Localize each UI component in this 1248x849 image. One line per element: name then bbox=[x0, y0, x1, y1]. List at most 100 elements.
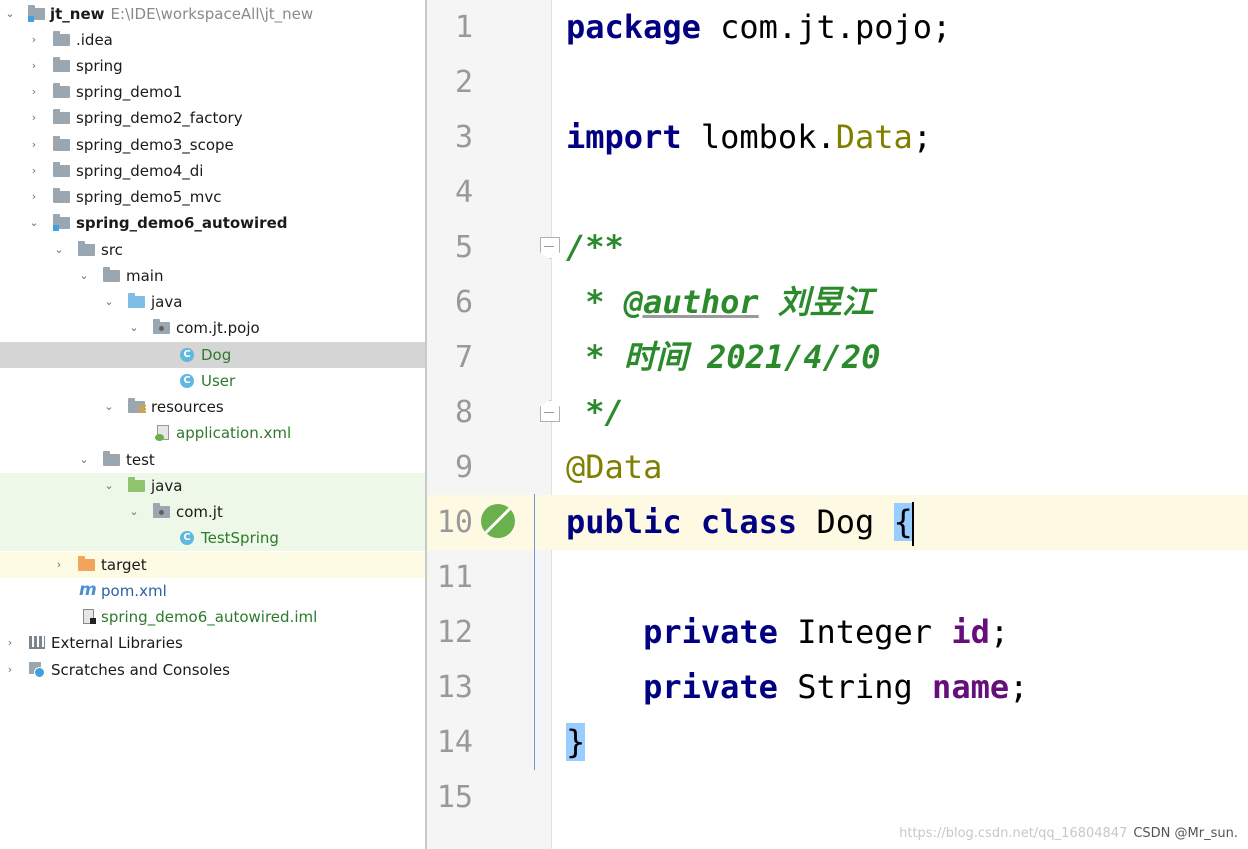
tree-node-spring-demo4[interactable]: › spring_demo4_di bbox=[0, 158, 425, 184]
code-line-2[interactable]: 2 bbox=[427, 55, 1248, 110]
code-line-14[interactable]: 14 } bbox=[427, 715, 1248, 770]
tree-node-test[interactable]: ⌄ test bbox=[0, 447, 425, 473]
chevron-down-icon[interactable]: ⌄ bbox=[52, 237, 66, 263]
class-icon: C bbox=[180, 347, 197, 362]
tree-node-spring-demo2[interactable]: › spring_demo2_factory bbox=[0, 105, 425, 131]
chevron-down-icon[interactable]: ⌄ bbox=[3, 1, 17, 27]
line-number: 12 bbox=[436, 615, 473, 650]
tree-node-pom-xml[interactable]: m pom.xml bbox=[0, 578, 425, 604]
tree-node-spring-demo5[interactable]: › spring_demo5_mvc bbox=[0, 184, 425, 210]
annotation: @Data bbox=[566, 448, 663, 486]
code-line-3[interactable]: 3 import lombok.Data; bbox=[427, 110, 1248, 165]
tree-node-label: resources bbox=[151, 398, 224, 416]
code-line-4[interactable]: 4 bbox=[427, 165, 1248, 220]
tree-node-spring-demo3[interactable]: › spring_demo3_scope bbox=[0, 132, 425, 158]
tree-node-com-jt-pojo[interactable]: ⌄ com.jt.pojo bbox=[0, 315, 425, 341]
chevron-right-icon[interactable]: › bbox=[3, 630, 17, 656]
tree-node-idea[interactable]: › .idea bbox=[0, 27, 425, 53]
chevron-down-icon[interactable]: ⌄ bbox=[102, 394, 116, 420]
package-icon bbox=[153, 319, 170, 335]
imported-class: Data bbox=[835, 118, 913, 156]
fold-end-icon[interactable] bbox=[540, 400, 560, 422]
tree-node-dog[interactable]: C Dog bbox=[0, 342, 425, 368]
chevron-down-icon[interactable]: ⌄ bbox=[27, 210, 41, 236]
tree-node-src[interactable]: ⌄ src bbox=[0, 237, 425, 263]
code-line-9[interactable]: 9 @Data bbox=[427, 440, 1248, 495]
chevron-right-icon[interactable]: › bbox=[27, 105, 41, 131]
code-line-13[interactable]: 13 private String name; bbox=[427, 660, 1248, 715]
code-text: com.jt.pojo; bbox=[700, 8, 952, 46]
module-folder-icon bbox=[28, 5, 45, 22]
line-number: 1 bbox=[454, 10, 473, 45]
doc-comment: */ bbox=[566, 393, 624, 431]
package-icon bbox=[153, 503, 170, 519]
doc-comment: * 时间 2021/4/20 bbox=[566, 338, 881, 376]
code-line-11[interactable]: 11 bbox=[427, 550, 1248, 605]
code-line-15[interactable]: 15 bbox=[427, 770, 1248, 825]
class-name: Dog bbox=[797, 503, 894, 541]
tree-node-label: spring_demo3_scope bbox=[76, 136, 234, 154]
chevron-right-icon[interactable]: › bbox=[27, 53, 41, 79]
line-number: 9 bbox=[454, 450, 473, 485]
tree-node-label: spring_demo5_mvc bbox=[76, 188, 222, 206]
chevron-right-icon[interactable]: › bbox=[27, 158, 41, 184]
chevron-right-icon[interactable]: › bbox=[27, 79, 41, 105]
tree-node-label: spring_demo6_autowired.iml bbox=[101, 608, 318, 626]
code-line-10[interactable]: 10 public class Dog { bbox=[427, 495, 1248, 550]
tree-node-main-java[interactable]: ⌄ java bbox=[0, 289, 425, 315]
line-number: 10 bbox=[436, 505, 473, 540]
folder-icon bbox=[103, 267, 120, 283]
spring-bean-icon[interactable] bbox=[481, 504, 515, 538]
tree-node-spring-demo1[interactable]: › spring_demo1 bbox=[0, 79, 425, 105]
chevron-right-icon[interactable]: › bbox=[27, 132, 41, 158]
tree-node-label: com.jt.pojo bbox=[176, 319, 260, 337]
tree-node-label: spring_demo6_autowired bbox=[76, 214, 288, 232]
tree-node-target[interactable]: › target bbox=[0, 552, 425, 578]
code-line-6[interactable]: 6 * @author 刘昱江 bbox=[427, 275, 1248, 330]
chevron-right-icon[interactable]: › bbox=[27, 184, 41, 210]
line-number: 5 bbox=[454, 230, 473, 265]
tree-node-application-xml[interactable]: application.xml bbox=[0, 420, 425, 446]
watermark-url: https://blog.csdn.net/qq_16804847 bbox=[899, 826, 1128, 841]
doc-comment: * bbox=[566, 283, 624, 321]
chevron-right-icon[interactable]: › bbox=[3, 657, 17, 683]
line-number: 14 bbox=[436, 725, 473, 760]
tree-node-resources[interactable]: ⌄ resources bbox=[0, 394, 425, 420]
code-line-12[interactable]: 12 private Integer id; bbox=[427, 605, 1248, 660]
tree-node-label: User bbox=[201, 372, 236, 390]
folder-icon bbox=[53, 57, 70, 73]
tree-node-label: spring_demo2_factory bbox=[76, 109, 243, 127]
tree-node-com-jt[interactable]: ⌄ com.jt bbox=[0, 499, 425, 525]
tree-node-scratches[interactable]: › Scratches and Consoles bbox=[0, 657, 425, 683]
tree-node-label: java bbox=[151, 477, 183, 495]
tree-node-label: test bbox=[126, 451, 155, 469]
chevron-down-icon[interactable]: ⌄ bbox=[77, 447, 91, 473]
line-number: 6 bbox=[454, 285, 473, 320]
tree-node-jt_new[interactable]: ⌄ jt_new E:\IDE\workspaceAll\jt_new bbox=[0, 1, 425, 27]
tree-node-spring[interactable]: › spring bbox=[0, 53, 425, 79]
folder-icon bbox=[53, 83, 70, 99]
tree-node-label: main bbox=[126, 267, 164, 285]
code-editor[interactable]: 1 package com.jt.pojo; 2 3 import lombok… bbox=[427, 0, 1248, 849]
chevron-down-icon[interactable]: ⌄ bbox=[77, 263, 91, 289]
code-line-1[interactable]: 1 package com.jt.pojo; bbox=[427, 0, 1248, 55]
chevron-right-icon[interactable]: › bbox=[52, 552, 66, 578]
tree-node-test-java[interactable]: ⌄ java bbox=[0, 473, 425, 499]
doc-tag: @author bbox=[623, 283, 759, 321]
tree-node-main[interactable]: ⌄ main bbox=[0, 263, 425, 289]
tree-node-iml[interactable]: spring_demo6_autowired.iml bbox=[0, 604, 425, 630]
tree-node-spring-demo6[interactable]: ⌄ spring_demo6_autowired bbox=[0, 210, 425, 236]
chevron-down-icon[interactable]: ⌄ bbox=[127, 499, 141, 525]
code-text: lombok. bbox=[681, 118, 836, 156]
chevron-down-icon[interactable]: ⌄ bbox=[102, 473, 116, 499]
fold-collapse-icon[interactable] bbox=[540, 237, 560, 259]
tree-node-external-libraries[interactable]: › External Libraries bbox=[0, 630, 425, 656]
tree-node-user[interactable]: C User bbox=[0, 368, 425, 394]
chevron-down-icon[interactable]: ⌄ bbox=[127, 315, 141, 341]
tree-node-testspring[interactable]: C TestSpring bbox=[0, 525, 425, 551]
chevron-down-icon[interactable]: ⌄ bbox=[102, 289, 116, 315]
chevron-right-icon[interactable]: › bbox=[27, 27, 41, 53]
code-line-7[interactable]: 7 * 时间 2021/4/20 bbox=[427, 330, 1248, 385]
folder-icon bbox=[53, 31, 70, 47]
source-folder-icon bbox=[128, 293, 145, 309]
